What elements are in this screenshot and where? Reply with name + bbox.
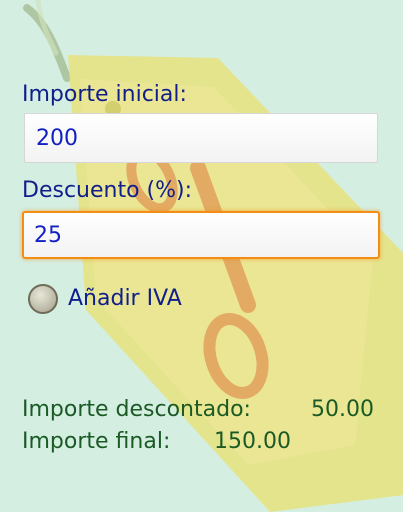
add-vat-label: Añadir IVA	[68, 286, 182, 311]
discounted-amount-label: Importe descontado:	[22, 397, 251, 422]
add-vat-option[interactable]: Añadir IVA	[26, 282, 216, 316]
final-amount-value: 150.00	[214, 429, 291, 454]
final-amount-label: Importe final:	[22, 429, 171, 454]
form-content: Importe inicial: 200 Descuento (%): 25 A…	[0, 0, 403, 512]
discount-input[interactable]: 25	[22, 211, 380, 259]
initial-amount-value: 200	[36, 126, 78, 151]
discount-value: 25	[34, 223, 62, 248]
discount-label: Descuento (%):	[22, 178, 193, 203]
initial-amount-input[interactable]: 200	[24, 113, 378, 163]
initial-amount-label: Importe inicial:	[22, 82, 187, 107]
discount-calculator-screen: Importe inicial: 200 Descuento (%): 25 A…	[0, 0, 403, 512]
discounted-amount-value: 50.00	[311, 397, 374, 422]
add-vat-radio[interactable]	[28, 284, 58, 314]
